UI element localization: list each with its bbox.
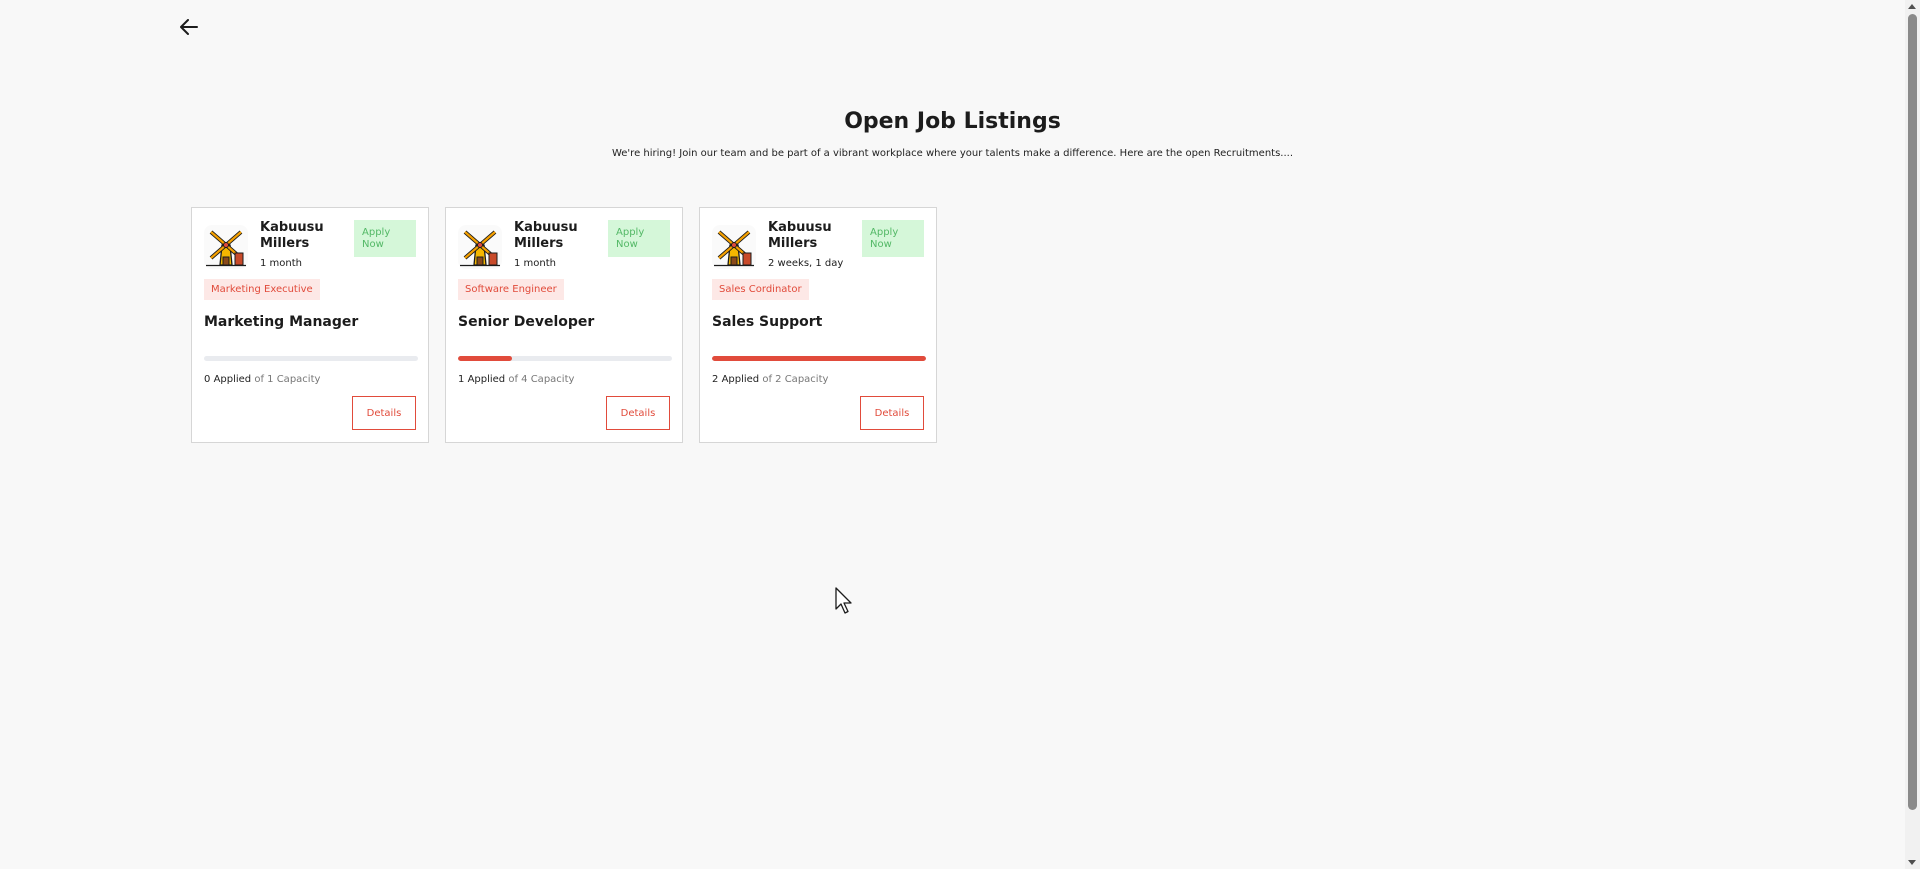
posted-time: 1 month — [514, 258, 556, 269]
job-category-tag: Sales Cordinator — [712, 279, 809, 300]
back-button[interactable] — [176, 14, 202, 40]
applied-count: 2 — [712, 374, 719, 385]
scroll-down-arrow-icon[interactable] — [1908, 860, 1916, 865]
company-logo — [712, 225, 756, 269]
job-card: Kabuusu Millers 1 month Apply Now Market… — [191, 207, 429, 443]
job-category-tag: Software Engineer — [458, 279, 564, 300]
job-card: Kabuusu Millers 1 month Apply Now Softwa… — [445, 207, 683, 443]
company-logo — [204, 225, 248, 269]
apply-now-button[interactable]: Apply Now — [862, 220, 924, 257]
capacity-progress-bar — [712, 356, 926, 361]
company-name: Kabuusu Millers — [260, 220, 324, 251]
scroll-up-arrow-icon[interactable] — [1908, 4, 1916, 9]
apply-now-button[interactable]: Apply Now — [608, 220, 670, 257]
windmill-icon — [206, 230, 246, 267]
arrow-left-icon — [180, 19, 198, 35]
capacity-text: 0 Applied of 1 Capacity — [204, 374, 416, 385]
company-logo — [458, 225, 502, 269]
capacity-text: 1 Applied of 4 Capacity — [458, 374, 670, 385]
capacity-label: of 2 Capacity — [762, 374, 829, 385]
applied-label: Applied — [721, 374, 760, 385]
posted-time: 2 weeks, 1 day — [768, 258, 844, 269]
company-info: Kabuusu Millers 2 weeks, 1 day — [768, 220, 858, 269]
mouse-pointer-icon — [835, 587, 852, 614]
vertical-scrollbar[interactable] — [1905, 0, 1920, 869]
details-button[interactable]: Details — [860, 396, 924, 430]
company-info: Kabuusu Millers 1 month — [260, 220, 350, 269]
apply-now-button[interactable]: Apply Now — [354, 220, 416, 257]
page: Open Job Listings We're hiring! Join our… — [0, 0, 1920, 869]
applied-label: Applied — [467, 374, 506, 385]
capacity-text: 2 Applied of 2 Capacity — [712, 374, 924, 385]
company-name: Kabuusu Millers — [514, 220, 578, 251]
job-title: Senior Developer — [458, 314, 595, 330]
applied-count: 0 — [204, 374, 211, 385]
job-category-tag: Marketing Executive — [204, 279, 320, 300]
page-title: Open Job Listings — [844, 109, 1061, 134]
posted-time: 1 month — [260, 258, 302, 269]
capacity-progress-fill — [458, 356, 512, 361]
card-header: Kabuusu Millers 2 weeks, 1 day Apply Now — [712, 220, 924, 269]
details-button[interactable]: Details — [352, 396, 416, 430]
header: Open Job Listings We're hiring! Join our… — [0, 106, 1905, 159]
card-header: Kabuusu Millers 1 month Apply Now — [204, 220, 416, 269]
capacity-label: of 1 Capacity — [254, 374, 321, 385]
applied-count: 1 — [458, 374, 465, 385]
capacity-progress-fill — [712, 356, 926, 361]
job-card: Kabuusu Millers 2 weeks, 1 day Apply Now… — [699, 207, 937, 443]
capacity-label: of 4 Capacity — [508, 374, 575, 385]
capacity-progress-bar — [204, 356, 418, 361]
windmill-icon — [460, 230, 500, 267]
job-title: Sales Support — [712, 314, 823, 330]
card-header: Kabuusu Millers 1 month Apply Now — [458, 220, 670, 269]
capacity-progress-bar — [458, 356, 672, 361]
company-name: Kabuusu Millers — [768, 220, 832, 251]
details-button[interactable]: Details — [606, 396, 670, 430]
page-subtitle: We're hiring! Join our team and be part … — [611, 148, 1294, 159]
scroll-thumb[interactable] — [1908, 14, 1917, 810]
job-cards: Kabuusu Millers 1 month Apply Now Market… — [191, 207, 937, 443]
job-title: Marketing Manager — [204, 314, 359, 330]
windmill-icon — [714, 230, 754, 267]
company-info: Kabuusu Millers 1 month — [514, 220, 604, 269]
applied-label: Applied — [213, 374, 252, 385]
